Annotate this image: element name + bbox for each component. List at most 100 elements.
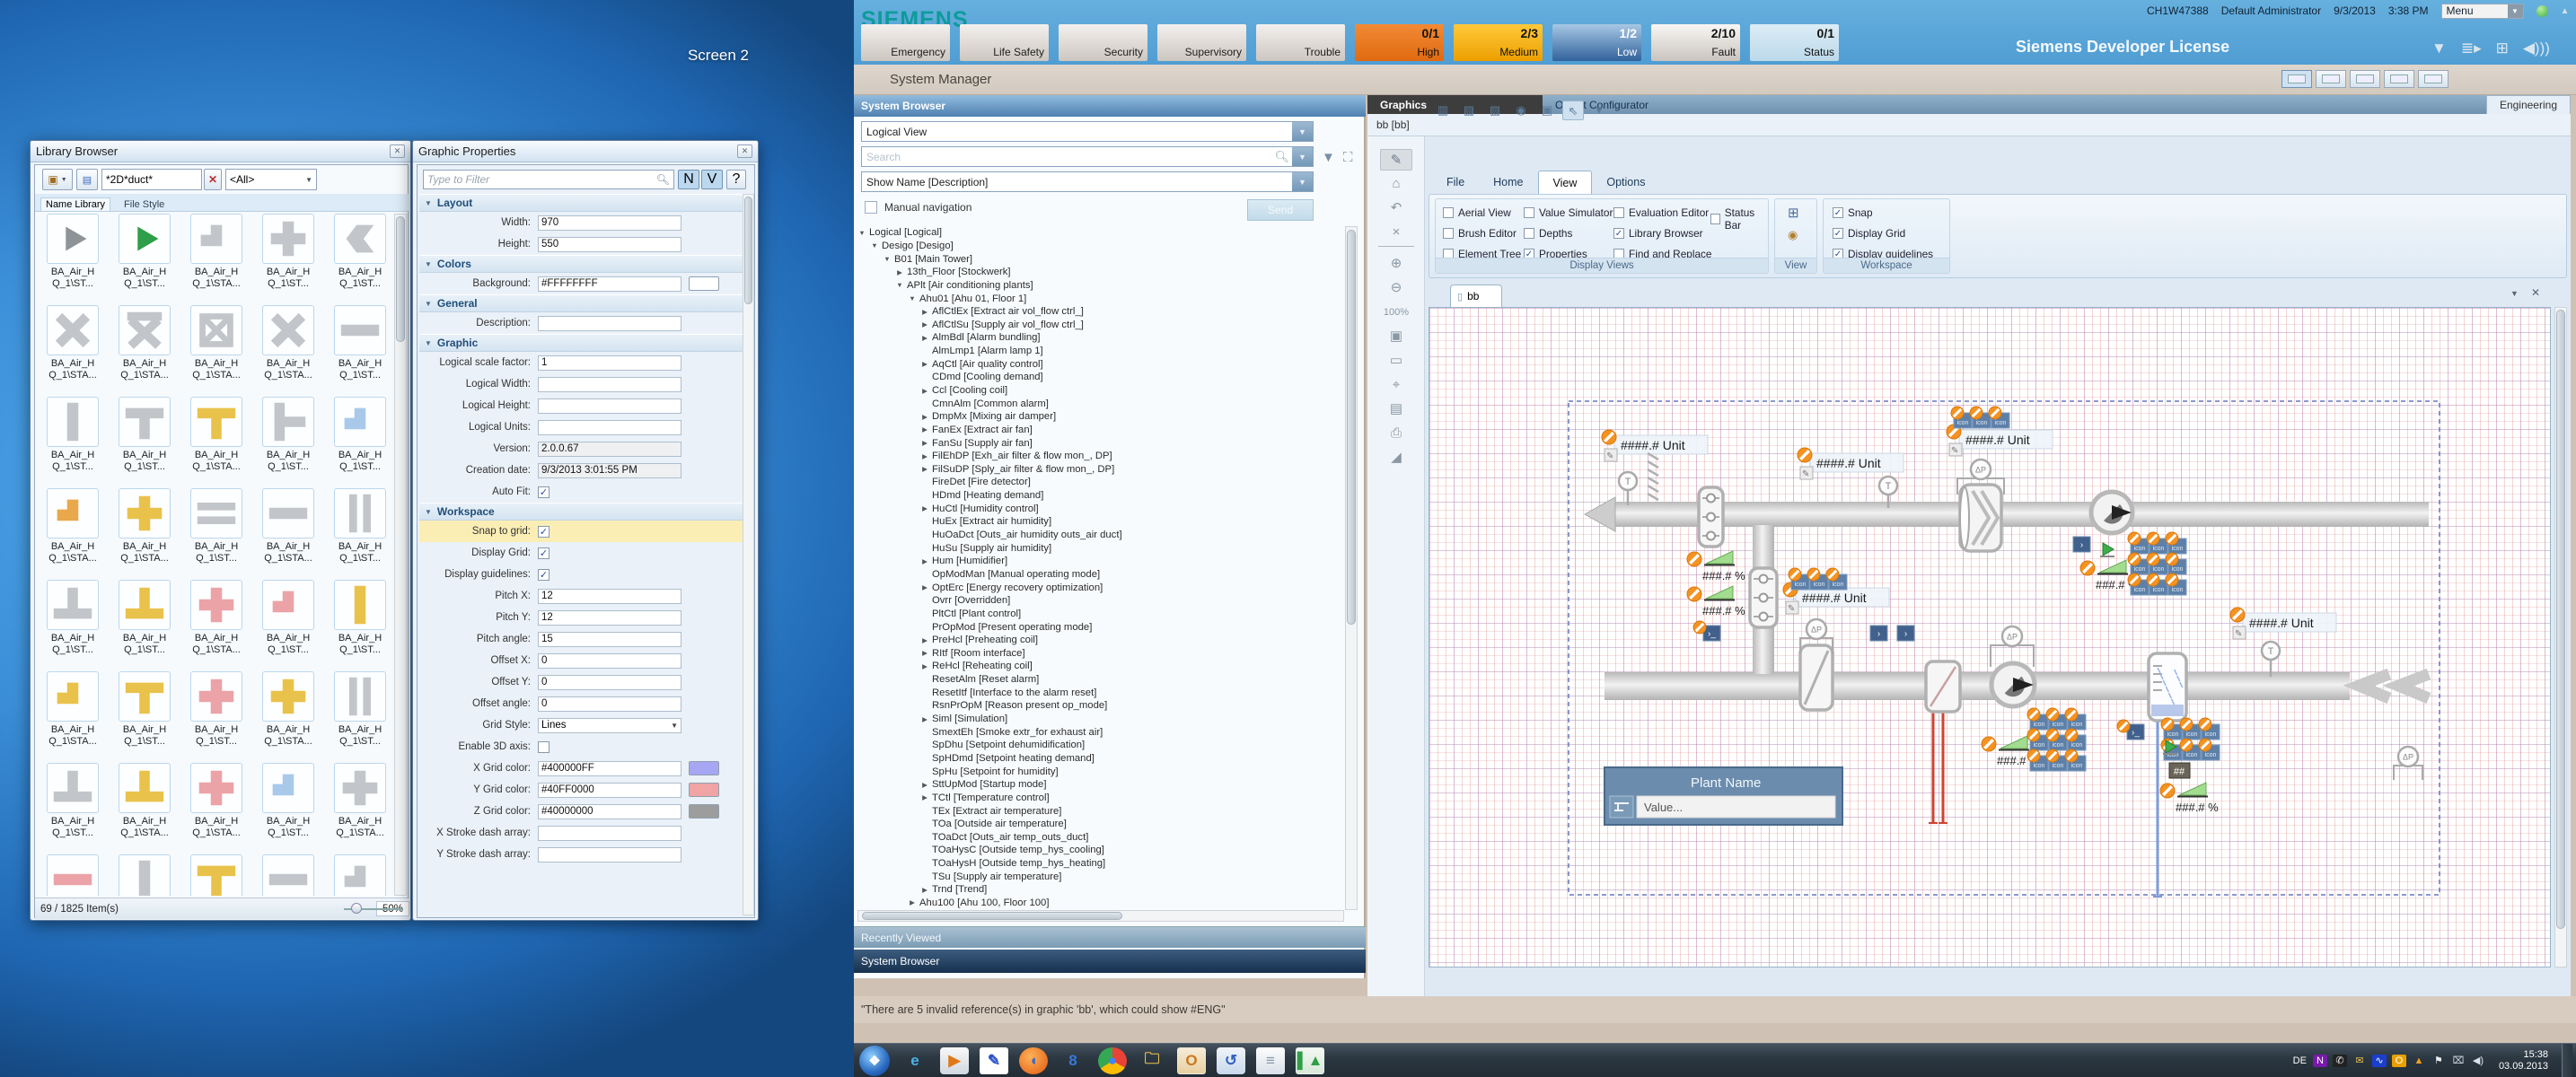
tree-item[interactable]: ▶ReHcl [Reheating coil] [857,660,1344,673]
tree-item[interactable]: ▼Desigo [Desigo] [857,240,1344,253]
library-item[interactable]: BA_Air_HQ_1\ST... [324,214,394,290]
property-input[interactable] [538,420,681,435]
library-item[interactable]: BA_Air_HQ_1\ST... [252,397,324,473]
library-item[interactable]: BA_Air_HQ_1\STA... [252,305,324,381]
tree-item[interactable]: ▶AlmBdl [Alarm bundling] [857,331,1344,345]
tree-item[interactable]: RsnPrOpM [Reason present op_mode] [857,699,1344,713]
tree-expander-icon[interactable]: ▶ [920,452,929,460]
library-item[interactable]: BA_Air_HQ_1\ST... [109,397,180,473]
clear-filter-button[interactable]: ✕ [204,169,222,190]
library-item[interactable]: BA_Air_HQ_1\STA... [109,488,180,565]
fit-view-icon[interactable]: ▭ [1380,350,1412,372]
library-item[interactable]: BA_Air_HQ_1\ST... [37,397,109,473]
tree-expander-icon[interactable]: ▶ [920,715,929,723]
library-browser-titlebar[interactable]: Library Browser ✕ [31,141,410,162]
alarm-button-medium[interactable]: 2/3Medium [1454,24,1543,61]
tree-expander-icon[interactable]: ▶ [920,360,929,368]
property-input[interactable]: 12 [538,589,681,604]
close-icon[interactable]: ✕ [2531,286,2540,299]
library-icon[interactable]: ▧ [1458,101,1480,120]
tree-expander-icon[interactable]: ▶ [920,583,929,591]
ribbon-tab-options[interactable]: Options [1592,171,1659,194]
pane-layout-button-2[interactable] [2316,70,2346,88]
library-item[interactable]: BA_Air_HQ_1\STA... [180,580,252,656]
property-input[interactable]: 15 [538,632,681,647]
flag-icon[interactable]: ⚑ [2431,1055,2446,1067]
property-input[interactable]: #FFFFFFFF [538,276,681,292]
tree-expander-icon[interactable]: ▶ [920,308,929,316]
library-item[interactable]: BA_Air_HQ_1\STA... [324,763,394,839]
library-item[interactable]: BA_Air_HQ_1\ST... [324,305,394,381]
library-category-select[interactable]: <All> ▼ [225,169,317,190]
tree-item[interactable]: ▶PreHcl [Preheating coil] [857,634,1344,647]
properties-scrollbar[interactable] [743,194,754,915]
tree-vertical-scrollbar[interactable] [1345,226,1358,910]
tree-item[interactable]: ▶HuCtl [Humidity control] [857,502,1344,515]
more-icon[interactable]: ▾ [1588,101,1610,120]
tree-expander-icon[interactable]: ▶ [920,465,929,473]
alarm-button-fault[interactable]: 2/10Fault [1651,24,1740,61]
clock[interactable]: 15:38 03.09.2013 [2499,1049,2548,1073]
help-button[interactable]: ? [726,170,746,189]
tree-expander-icon[interactable]: ▶ [920,649,929,657]
tree-expander-icon[interactable]: ▶ [920,387,929,395]
tree-item[interactable]: SmextEh [Smoke extr_for exhaust air] [857,725,1344,739]
tree-item[interactable]: SpHu [Setpoint for humidity] [857,765,1344,778]
outlook-icon[interactable]: O [1177,1047,1206,1074]
library-item[interactable]: BA_Air_HQ_1\ST... [324,397,394,473]
update-icon[interactable]: ▲ [2412,1055,2426,1067]
property-input[interactable]: #400000FF [538,761,681,776]
library-item[interactable]: BA_Air_HQ_1\STA... [180,397,252,473]
tree-item[interactable]: ▶SttUpMod [Startup mode] [857,778,1344,792]
alarm-button-emergency[interactable]: Emergency [861,24,950,61]
close-icon[interactable]: ✕ [737,144,752,158]
home-icon[interactable]: ⌂ [1380,173,1412,195]
alarm-button-low[interactable]: 1/2Low [1552,24,1641,61]
tree-item[interactable]: ▶AflCtlEx [Extract air vol_flow ctrl_] [857,305,1344,319]
chevron-down-icon[interactable]: ▼ [2510,289,2519,298]
speaker-icon[interactable]: ◀))) [2523,39,2550,57]
library-item[interactable]: BA_Air_HQ_1\ST... [109,671,180,748]
color-swatch[interactable] [689,276,719,291]
property-input[interactable]: #40FF0000 [538,783,681,798]
grid-tool-icon[interactable]: ⊞ [1788,205,1799,221]
library-item[interactable]: BA_Air_HQ_1\ST... [252,214,324,290]
tree-item[interactable]: ▶Siml [Simulation] [857,713,1344,726]
tab-file-style[interactable]: File Style [119,198,169,211]
zoom-slider-thumb[interactable] [351,903,362,914]
tree-item[interactable]: HuEx [Extract air humidity] [857,515,1344,529]
tree-expander-icon[interactable]: ▶ [908,898,917,906]
tree-expander-icon[interactable]: ▼ [895,281,904,289]
library-item[interactable]: BA_Air_HQ_1\STA... [37,305,109,381]
library-item[interactable]: BA_Air_HQ_1\STA... [180,763,252,839]
ribbon-tab-file[interactable]: File [1432,171,1479,194]
library-item[interactable]: BA_Air_HQ_1\STA... [180,305,252,381]
tree-expander-icon[interactable]: ▶ [920,557,929,565]
tree-item[interactable]: TSu [Supply air temperature] [857,870,1344,883]
tab-name-library[interactable]: Name Library [40,197,110,211]
send-button[interactable]: Send [1247,199,1314,221]
property-input[interactable] [538,398,681,414]
onenote-icon[interactable]: N [2313,1055,2327,1067]
tree-item[interactable]: TOa [Outside air temperature] [857,818,1344,831]
undo-icon[interactable]: ↶ [1380,197,1412,219]
property-input[interactable]: 550 [538,237,681,252]
library-item[interactable]: BA_Air_HQ_1\ST... [324,488,394,565]
tree-item[interactable]: OpModMan [Manual operating mode] [857,568,1344,582]
firefox-icon[interactable]: ◖ [1019,1047,1048,1074]
tree-item[interactable]: ▶FanEx [Extract air fan] [857,424,1344,437]
tree-item[interactable]: ▶AflCtlSu [Supply air vol_flow ctrl_] [857,318,1344,331]
library-filter-input[interactable]: *2D*duct* [101,169,202,190]
drawing-canvas[interactable]: T T T ΔP ΔP ΔP ΔP ####.# Unit ✎ ####.# U… [1429,307,2551,968]
library-item[interactable]: BA_Air_HQ_1\ST... [109,214,180,290]
export-file-icon[interactable]: ▨ [1484,101,1506,120]
tree-item[interactable]: ▶Hum [Humidifier] [857,555,1344,568]
layers-eye-icon[interactable]: ◉ [1788,228,1798,242]
property-input[interactable]: 0 [538,696,681,712]
start-orb[interactable]: ❖ [859,1046,890,1076]
pane-layout-button-1[interactable] [2281,70,2312,88]
tree-item[interactable]: ▼B01 [Main Tower] [857,252,1344,266]
ribbon-checkbox-display-grid[interactable]: ✓Display Grid [1833,227,1905,240]
collapse-up-icon[interactable]: ▲ [2561,6,2570,16]
property-input[interactable] [538,847,681,862]
